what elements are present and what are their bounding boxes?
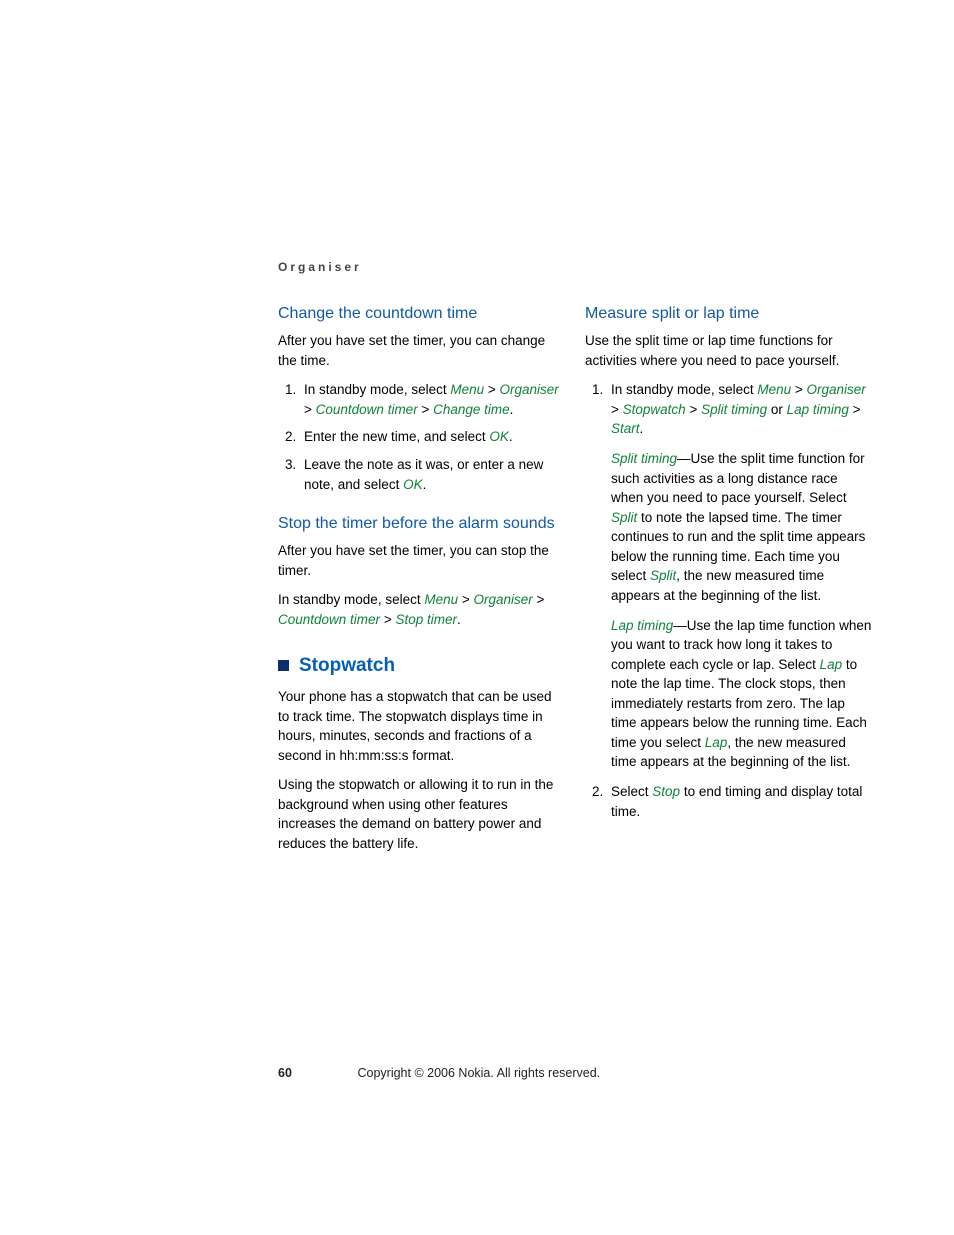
paragraph: In standby mode, select Menu > Organiser…: [278, 590, 565, 629]
text: >: [611, 402, 623, 417]
list-item: In standby mode, select Menu > Organiser…: [300, 380, 565, 419]
text: >: [380, 612, 395, 627]
countdown-timer-link: Countdown timer: [278, 612, 380, 627]
text: or: [767, 402, 787, 417]
heading-measure: Measure split or lap time: [585, 302, 872, 325]
section-header: Organiser: [278, 260, 872, 274]
text: >: [458, 592, 473, 607]
text: Enter the new time, and select: [304, 429, 489, 444]
lap-timing-link: Lap timing: [611, 618, 673, 633]
text: In standby mode, select: [304, 382, 450, 397]
start-link: Start: [611, 421, 640, 436]
countdown-timer-link: Countdown timer: [316, 402, 418, 417]
organiser-link: Organiser: [474, 592, 533, 607]
menu-link: Menu: [757, 382, 791, 397]
text: >: [418, 402, 433, 417]
heading-stopwatch: Stopwatch: [278, 652, 565, 680]
text: >: [686, 402, 701, 417]
paragraph: Using the stopwatch or allowing it to ru…: [278, 775, 565, 853]
menu-link: Menu: [424, 592, 458, 607]
stop-link: Stop: [652, 784, 680, 799]
text: >: [533, 592, 545, 607]
split-timing-link: Split timing: [701, 402, 767, 417]
paragraph: After you have set the timer, you can st…: [278, 541, 565, 580]
left-column: Change the countdown time After you have…: [278, 302, 565, 864]
text: In standby mode, select: [278, 592, 424, 607]
ok-link: OK: [489, 429, 509, 444]
right-column: Measure split or lap time Use the split …: [585, 302, 872, 864]
text: In standby mode, select: [611, 382, 757, 397]
text: >: [304, 402, 316, 417]
organiser-link: Organiser: [807, 382, 866, 397]
lap-link: Lap: [705, 735, 728, 750]
lap-link: Lap: [820, 657, 843, 672]
page-number: 60: [278, 1066, 354, 1080]
text: >: [484, 382, 499, 397]
text: Leave the note as it was, or enter a new…: [304, 457, 543, 492]
steps-list: In standby mode, select Menu > Organiser…: [585, 380, 872, 821]
steps-list: In standby mode, select Menu > Organiser…: [278, 380, 565, 494]
paragraph: Use the split time or lap time functions…: [585, 331, 872, 370]
change-time-link: Change time: [433, 402, 510, 417]
list-item: In standby mode, select Menu > Organiser…: [607, 380, 872, 772]
square-bullet-icon: [278, 660, 289, 671]
text: >: [849, 402, 861, 417]
lap-timing-link: Lap timing: [787, 402, 849, 417]
list-item: Select Stop to end timing and display to…: [607, 782, 872, 821]
split-link: Split: [650, 568, 676, 583]
paragraph: Your phone has a stopwatch that can be u…: [278, 687, 565, 765]
heading-text: Stopwatch: [299, 652, 395, 680]
stopwatch-link: Stopwatch: [623, 402, 686, 417]
menu-link: Menu: [450, 382, 484, 397]
text: Select: [611, 784, 652, 799]
page-footer: 60 Copyright © 2006 Nokia. All rights re…: [278, 1066, 872, 1080]
page-content: Organiser Change the countdown time Afte…: [0, 0, 954, 864]
stop-timer-link: Stop timer: [395, 612, 457, 627]
ok-link: OK: [403, 477, 423, 492]
split-link: Split: [611, 510, 637, 525]
text: >: [791, 382, 806, 397]
organiser-link: Organiser: [500, 382, 559, 397]
split-timing-link: Split timing: [611, 451, 677, 466]
two-column-layout: Change the countdown time After you have…: [278, 302, 872, 864]
copyright-text: Copyright © 2006 Nokia. All rights reser…: [357, 1066, 600, 1080]
paragraph: Lap timing—Use the lap time function whe…: [611, 616, 872, 773]
list-item: Enter the new time, and select OK.: [300, 427, 565, 447]
paragraph: After you have set the timer, you can ch…: [278, 331, 565, 370]
heading-change-countdown: Change the countdown time: [278, 302, 565, 325]
paragraph: Split timing—Use the split time function…: [611, 449, 872, 606]
heading-stop-timer: Stop the timer before the alarm sounds: [278, 512, 565, 535]
list-item: Leave the note as it was, or enter a new…: [300, 455, 565, 494]
